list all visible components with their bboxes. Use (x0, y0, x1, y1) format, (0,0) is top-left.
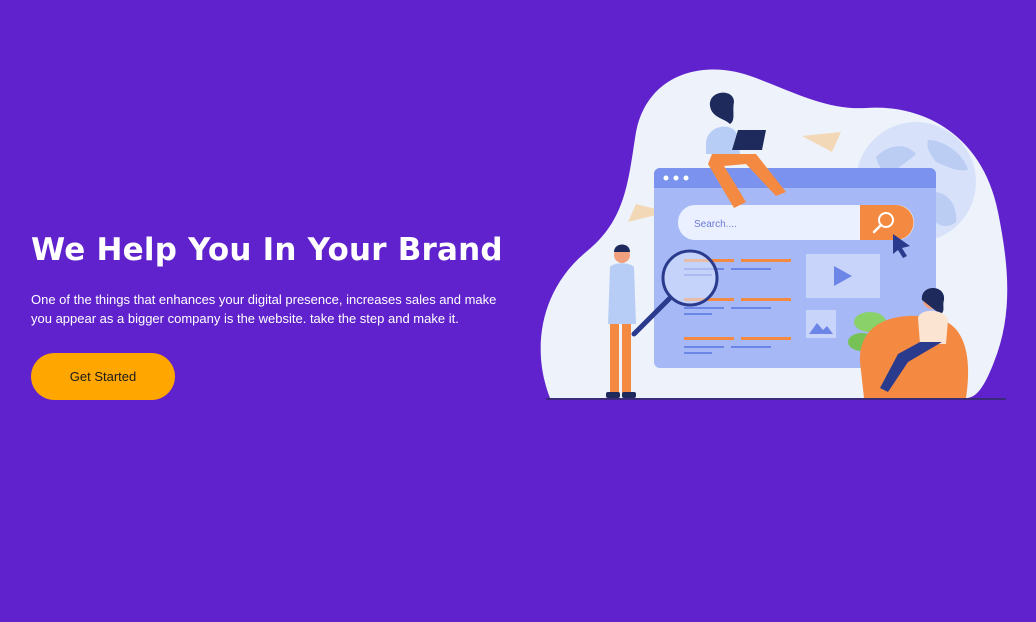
hero-illustration: Search.... (536, 62, 1010, 404)
hero-section: We Help You In Your Brand One of the thi… (0, 0, 1036, 622)
search-placeholder-text: Search.... (694, 219, 737, 230)
hero-title: We Help You In Your Brand (31, 232, 503, 268)
hero-description: One of the things that enhances your dig… (31, 292, 497, 326)
get-started-button[interactable]: Get Started (31, 353, 175, 400)
hero-text-block: We Help You In Your Brand One of the thi… (31, 228, 511, 328)
